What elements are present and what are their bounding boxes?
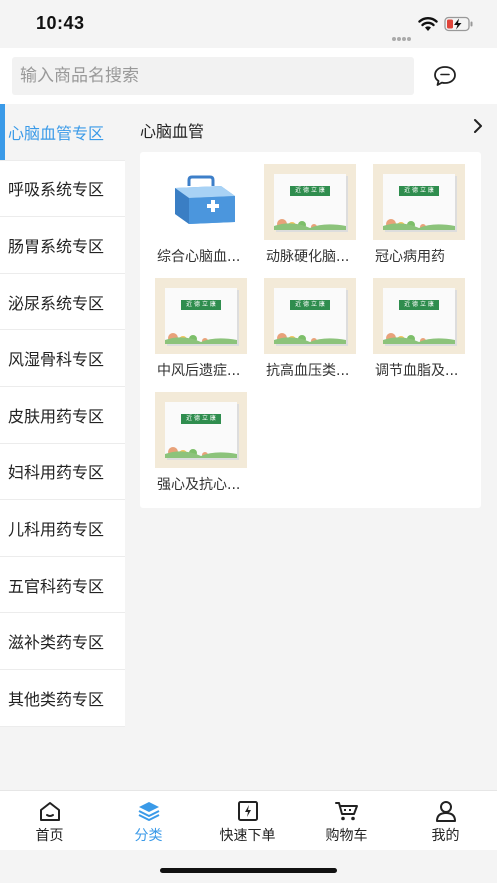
sidebar-item-label: 滋补类药专区	[8, 633, 105, 653]
subcategory-label: 抗高血压类...	[266, 363, 350, 379]
tab-label: 我的	[431, 828, 460, 844]
sidebar-item-label: 呼吸系统专区	[8, 180, 105, 200]
quick-order-icon	[237, 801, 258, 821]
sidebar-item-ent[interactable]: 五官科药专区	[0, 557, 125, 614]
layers-icon	[138, 802, 159, 821]
user-icon	[435, 801, 456, 822]
sidebar-item-gynecology[interactable]: 妇科用药专区	[0, 444, 125, 501]
cart-icon	[334, 802, 358, 821]
tab-label: 首页	[35, 828, 64, 844]
tab-label: 购物车	[325, 828, 368, 844]
tab-cart[interactable]: 购物车	[297, 791, 396, 851]
battery-charging-icon	[444, 16, 473, 32]
subcategory-item[interactable]: 综合心脑血...	[140, 164, 250, 266]
subcategory-item[interactable]: 近 德 立 康 调节血脂及...	[358, 278, 468, 380]
chat-bubble-icon[interactable]	[432, 64, 458, 88]
bottom-tab-bar: 首页 分类 快速下单 购物车 我的	[0, 790, 497, 850]
sidebar-item-label: 心脑血管专区	[8, 123, 105, 143]
status-bar: 10:43	[0, 0, 497, 48]
sidebar-item-pediatrics[interactable]: 儿科用药专区	[0, 500, 125, 557]
subcategory-item[interactable]: 近 德 立 康 强心及抗心...	[140, 392, 250, 494]
sidebar-item-label: 皮肤用药专区	[8, 406, 105, 426]
wifi-icon	[418, 17, 438, 31]
sidebar-item-label: 风湿骨科专区	[8, 350, 105, 370]
sidebar-item-cardio[interactable]: 心脑血管专区	[0, 104, 125, 161]
home-indicator[interactable]	[160, 868, 337, 873]
status-time: 10:43	[36, 13, 85, 33]
search-box[interactable]	[12, 57, 414, 95]
subcategory-item[interactable]: 近 德 立 康 抗高血压类...	[249, 278, 359, 380]
sidebar-item-respiratory[interactable]: 呼吸系统专区	[0, 161, 125, 218]
subcategory-item[interactable]: 近 德 立 康 动脉硬化脑...	[249, 164, 359, 266]
cellular-icon	[392, 26, 414, 41]
tab-quick-order[interactable]: 快速下单	[198, 791, 297, 851]
sidebar-item-dermatology[interactable]: 皮肤用药专区	[0, 387, 125, 444]
medicine-kit-icon	[155, 164, 247, 240]
sidebar-item-label: 儿科用药专区	[8, 519, 105, 539]
sidebar-item-label: 泌尿系统专区	[8, 293, 105, 313]
category-header[interactable]: 心脑血管	[140, 110, 485, 146]
tab-mine[interactable]: 我的	[396, 791, 495, 851]
sidebar-item-tonic[interactable]: 滋补类药专区	[0, 613, 125, 670]
subcategory-label: 调节血脂及...	[375, 363, 459, 379]
sidebar-item-gastro[interactable]: 肠胃系统专区	[0, 217, 125, 274]
subcategory-label: 冠心病用药	[375, 249, 445, 265]
chevron-right-icon[interactable]	[471, 116, 485, 136]
product-box-image: 近 德 立 康	[373, 278, 465, 354]
category-sidebar: 心脑血管专区 呼吸系统专区 肠胃系统专区 泌尿系统专区 风湿骨科专区 皮肤用药专…	[0, 104, 125, 727]
category-title: 心脑血管	[140, 122, 205, 141]
product-box-image: 近 德 立 康	[155, 392, 247, 468]
tab-category[interactable]: 分类	[99, 791, 198, 851]
subcategory-label: 综合心脑血...	[157, 249, 241, 265]
sidebar-item-label: 其他类药专区	[8, 689, 105, 709]
subcategory-grid: 综合心脑血... 近 德 立 康 动脉硬化脑... 近 德 立 康 冠心病用药 …	[140, 152, 481, 508]
search-bar	[0, 48, 497, 104]
product-box-image: 近 德 立 康	[264, 164, 356, 240]
tab-label: 快速下单	[219, 828, 276, 844]
home-icon	[39, 802, 60, 821]
product-box-image: 近 德 立 康	[373, 164, 465, 240]
subcategory-label: 中风后遗症...	[157, 363, 241, 379]
sidebar-item-label: 妇科用药专区	[8, 463, 105, 483]
tab-label: 分类	[134, 828, 163, 844]
sidebar-item-label: 肠胃系统专区	[8, 236, 105, 256]
sidebar-item-label: 五官科药专区	[8, 576, 105, 596]
sidebar-item-rheumatology[interactable]: 风湿骨科专区	[0, 330, 125, 387]
search-input[interactable]	[12, 57, 414, 95]
product-box-image: 近 德 立 康	[264, 278, 356, 354]
subcategory-label: 动脉硬化脑...	[266, 249, 350, 265]
subcategory-item[interactable]: 近 德 立 康 中风后遗症...	[140, 278, 250, 380]
tab-home[interactable]: 首页	[0, 791, 99, 851]
subcategory-label: 强心及抗心...	[157, 477, 241, 493]
product-box-image: 近 德 立 康	[155, 278, 247, 354]
subcategory-item[interactable]: 近 德 立 康 冠心病用药	[358, 164, 468, 266]
sidebar-item-urinary[interactable]: 泌尿系统专区	[0, 274, 125, 331]
sidebar-item-other[interactable]: 其他类药专区	[0, 670, 125, 727]
